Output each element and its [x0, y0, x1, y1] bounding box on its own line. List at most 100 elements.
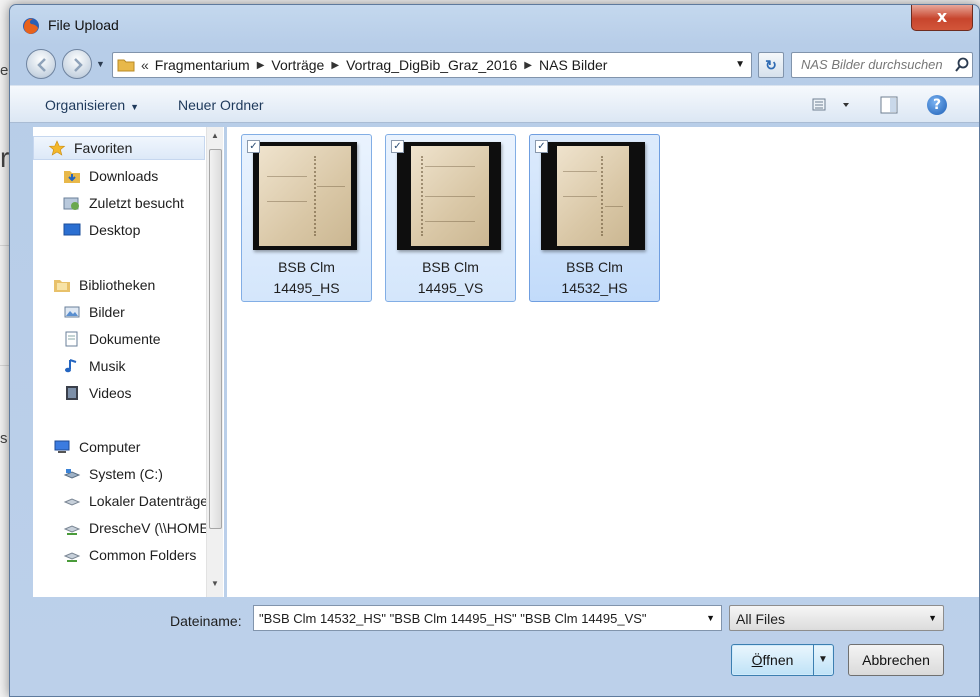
file-name-line: BSB Clm	[422, 259, 479, 275]
forward-button[interactable]	[62, 49, 92, 79]
breadcrumb-separator[interactable]: ▶	[331, 60, 339, 71]
nav-item-label: Bibliotheken	[79, 277, 156, 293]
manuscript-page-image	[557, 146, 629, 246]
breadcrumb-overflow[interactable]: «	[141, 57, 149, 73]
address-dropdown-icon[interactable]: ▼	[735, 59, 745, 70]
new-folder-button[interactable]: Neuer Ordner	[178, 97, 264, 113]
filename-label: Dateiname:	[170, 613, 242, 629]
file-checkbox[interactable]: ✓	[247, 140, 260, 153]
nav-item-label: DrescheV (\\HOME)	[89, 520, 214, 536]
nav-item-label: Bilder	[89, 304, 125, 320]
scroll-up-icon[interactable]: ▲	[211, 131, 219, 140]
file-checkbox[interactable]: ✓	[535, 140, 548, 153]
recent-places-icon	[63, 197, 79, 210]
address-bar[interactable]: « Fragmentarium ▶ Vorträge ▶ Vortrag_Dig…	[112, 52, 752, 78]
breadcrumb-item[interactable]: Fragmentarium	[155, 57, 250, 73]
view-options-icon[interactable]	[811, 96, 851, 114]
nav-videos[interactable]: Videos	[63, 381, 132, 405]
scrollbar-thumb[interactable]	[209, 149, 222, 529]
search-input[interactable]: NAS Bilder durchsuchen	[791, 52, 973, 78]
help-button[interactable]: ?	[927, 95, 947, 115]
nav-documents[interactable]: Dokumente	[63, 327, 161, 351]
nav-music[interactable]: Musik	[63, 354, 126, 378]
file-type-value: All Files	[736, 611, 786, 627]
nav-local-disk[interactable]: Lokaler Datenträger	[63, 489, 213, 513]
background-text-fragment: s	[0, 430, 8, 447]
file-name-line: 14532_HS	[561, 280, 628, 296]
open-options-dropdown-icon[interactable]: ▼	[818, 654, 828, 665]
nav-common-folders[interactable]: Common Folders	[63, 543, 196, 567]
file-item[interactable]: ✓ BSB Clm 14495_VS	[385, 134, 516, 302]
file-name-line: BSB Clm	[278, 259, 335, 275]
nav-item-label: Favoriten	[74, 140, 133, 156]
refresh-icon: ↻	[765, 57, 777, 73]
open-button[interactable]: Öffnen	[732, 645, 814, 675]
navigation-scrollbar[interactable]: ▲ ▼	[206, 127, 223, 597]
organize-button[interactable]: Organisieren ▼	[45, 97, 139, 113]
nav-desktop[interactable]: Desktop	[63, 218, 140, 242]
nav-recent-places[interactable]: Zuletzt besucht	[63, 191, 184, 215]
nav-computer[interactable]: Computer	[53, 435, 140, 459]
window-title: File Upload	[48, 17, 119, 33]
file-item[interactable]: ✓ BSB Clm 14495_HS	[241, 134, 372, 302]
background-text-fragment: r	[0, 142, 10, 173]
search-icon[interactable]	[954, 57, 970, 73]
navigation-pane: Favoriten Downloads Zuletzt besucht Desk…	[33, 127, 224, 597]
arrow-left-icon	[37, 58, 46, 72]
back-button[interactable]	[26, 49, 56, 79]
refresh-button[interactable]: ↻	[758, 52, 784, 78]
file-thumbnail	[541, 142, 645, 250]
nav-item-label: Desktop	[89, 222, 141, 238]
breadcrumb-item[interactable]: Vorträge	[271, 57, 324, 73]
organize-label: Organisieren	[45, 97, 126, 113]
file-checkbox[interactable]: ✓	[391, 140, 404, 153]
chevron-down-icon[interactable]: ▼	[706, 613, 715, 623]
chevron-down-icon[interactable]: ▼	[928, 613, 937, 623]
scroll-down-icon[interactable]: ▼	[211, 579, 219, 588]
nav-libraries[interactable]: Bibliotheken	[53, 273, 155, 297]
documents-library-icon	[65, 331, 78, 347]
preview-pane-icon[interactable]	[879, 95, 899, 115]
title-bar[interactable]: File Upload x	[10, 5, 979, 43]
desktop-icon	[63, 223, 81, 236]
computer-icon	[54, 440, 70, 453]
network-drive-icon	[63, 552, 81, 562]
nav-favorites[interactable]: Favoriten	[33, 136, 205, 160]
filename-input[interactable]: "BSB Clm 14532_HS" "BSB Clm 14495_HS" "B…	[253, 605, 722, 631]
history-dropdown-icon[interactable]: ▼	[96, 59, 105, 69]
file-list[interactable]: ✓ BSB Clm 14495_HS ✓ BSB Clm 14495_VS ✓ …	[227, 127, 979, 597]
file-name-line: 14495_HS	[273, 280, 340, 296]
close-button[interactable]: x	[911, 5, 973, 31]
file-upload-dialog: File Upload x ▼ « Fragmentarium ▶ Vorträ…	[9, 4, 980, 697]
nav-item-label: Downloads	[89, 168, 159, 184]
file-item[interactable]: ✓ BSB Clm 14532_HS	[529, 134, 660, 302]
nav-item-label: Dokumente	[89, 331, 161, 347]
nav-network-drive[interactable]: DrescheV (\\HOME)	[63, 516, 213, 540]
file-name: BSB Clm 14495_VS	[386, 257, 515, 299]
firefox-icon	[23, 18, 39, 34]
folder-icon	[117, 59, 135, 72]
nav-item-label: Musik	[89, 358, 126, 374]
libraries-icon	[54, 280, 70, 292]
cancel-button[interactable]: Abbrechen	[848, 644, 944, 676]
nav-item-label: Videos	[89, 385, 132, 401]
nav-item-label: Lokaler Datenträger	[89, 493, 213, 509]
open-split-button: Öffnen ▼	[731, 644, 834, 676]
nav-item-label: Zuletzt besucht	[89, 195, 184, 211]
arrow-right-icon	[74, 58, 83, 72]
nav-downloads[interactable]: Downloads	[63, 164, 158, 188]
breadcrumb-separator[interactable]: ▶	[257, 60, 265, 71]
file-name: BSB Clm 14532_HS	[530, 257, 659, 299]
dialog-footer: Dateiname: "BSB Clm 14532_HS" "BSB Clm 1…	[10, 599, 979, 696]
open-label-mnemonic: Ö	[751, 652, 763, 668]
nav-system-drive[interactable]: System (C:)	[63, 462, 163, 486]
breadcrumb-item[interactable]: Vortrag_DigBib_Graz_2016	[346, 57, 517, 73]
breadcrumb-separator[interactable]: ▶	[524, 60, 532, 71]
downloads-folder-icon	[64, 171, 80, 183]
file-type-select[interactable]: All Files ▼	[729, 605, 944, 631]
pictures-library-icon	[64, 306, 80, 318]
toolbar: Organisieren ▼ Neuer Ordner ?	[10, 85, 979, 123]
breadcrumb-item[interactable]: NAS Bilder	[539, 57, 607, 73]
file-name-line: BSB Clm	[566, 259, 623, 275]
nav-pictures[interactable]: Bilder	[63, 300, 125, 324]
